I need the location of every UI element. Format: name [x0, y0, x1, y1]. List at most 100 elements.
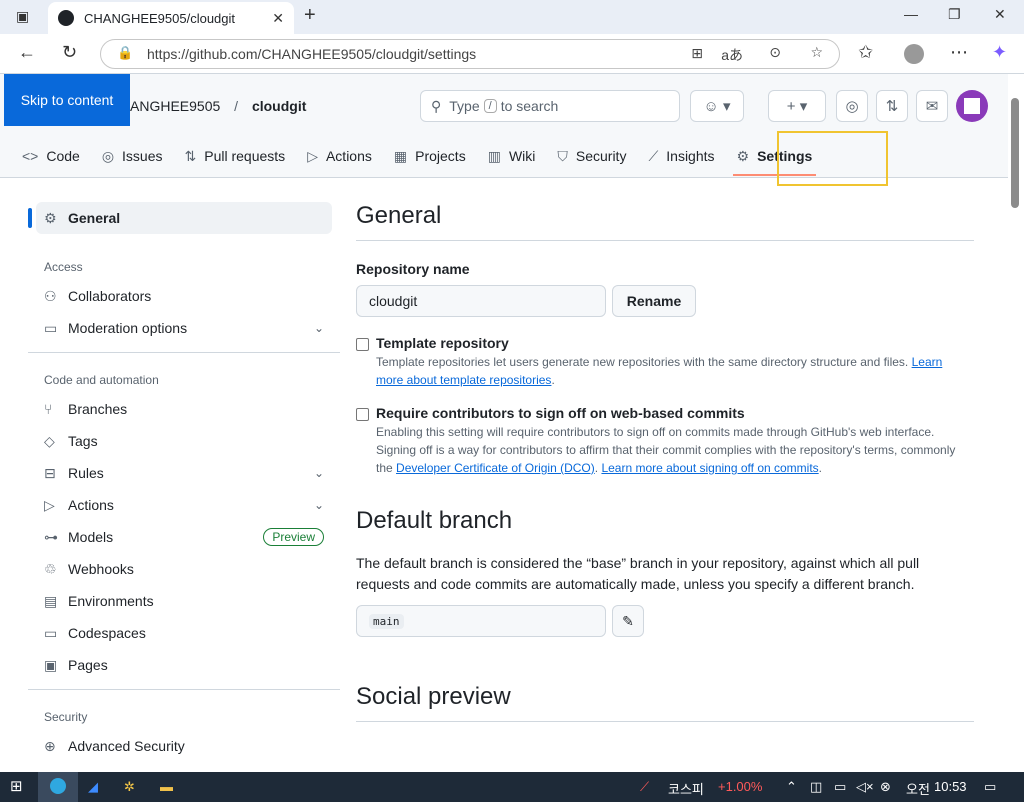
network-icon[interactable]: ▭: [834, 779, 846, 795]
tab-label: Security: [575, 148, 627, 164]
repo-nav: <> Code ◎ Issues ⇅ Pull requests ▷ Actions ▦ Proj…: [22, 134, 834, 178]
notification-icon[interactable]: ▭: [984, 779, 996, 795]
sidebar-heading-access: Access: [44, 260, 83, 274]
sidebar-item-pages[interactable]: ▣ Pages: [28, 649, 340, 681]
windows-start-icon[interactable]: ⊞: [10, 777, 23, 795]
scrollbar-thumb[interactable]: [1011, 98, 1019, 208]
sidebar-item-label: Codespaces: [68, 625, 146, 641]
site-info-icon[interactable]: 🔒: [117, 45, 133, 61]
sidebar-item-environments[interactable]: ▤ Environments: [28, 585, 340, 617]
new-tab-button[interactable]: +: [304, 4, 316, 27]
settings-menu-icon[interactable]: ⋯: [950, 42, 968, 63]
tab-security[interactable]: ⛉ Security: [557, 134, 626, 178]
sidebar-item-label: Rules: [68, 465, 104, 481]
signoff-checkbox[interactable]: [356, 408, 369, 421]
browser-tab[interactable]: CHANGHEE9505/cloudgit ✕: [48, 2, 294, 34]
cancel-icon[interactable]: ⊗: [880, 779, 891, 795]
sidebar-item-label: Webhooks: [68, 561, 134, 577]
stock-name[interactable]: 코스피: [668, 779, 704, 798]
copilot-icon[interactable]: ✦: [992, 42, 1007, 63]
issues-icon: ◎: [101, 147, 115, 164]
app-icon[interactable]: ✲: [124, 779, 135, 795]
comment-icon: ▭: [44, 319, 58, 336]
sidebar-item-rules[interactable]: ⊟ Rules ⌄: [28, 457, 340, 489]
owner-link[interactable]: ANGHEE9505: [130, 98, 220, 114]
volume-muted-icon[interactable]: ◁×: [856, 779, 874, 795]
tray-icon[interactable]: ◫: [810, 779, 822, 795]
sidebar-item-moderation-options[interactable]: ▭ Moderation options ⌄: [28, 312, 340, 344]
favorites-icon[interactable]: ✩: [858, 42, 873, 63]
tab-actions[interactable]: ▷ Actions: [307, 134, 372, 178]
copilot-button[interactable]: ☺ ▾: [690, 90, 744, 122]
create-new-button[interactable]: + ▾: [768, 90, 826, 122]
vscode-icon[interactable]: ◢: [88, 779, 98, 795]
read-aloud-icon[interactable]: aあ: [721, 45, 743, 65]
inbox-button[interactable]: ✉: [916, 90, 948, 122]
settings-sidebar: ⚙ General Access ⚇ Collaborators ▭ Moder…: [28, 202, 340, 762]
browser-tab-bar: ▣ CHANGHEE9505/cloudgit ✕ + — ❐ ✕: [0, 0, 1024, 34]
tab-code[interactable]: <> Code: [22, 134, 80, 178]
social-preview-heading: Social preview: [356, 683, 974, 722]
chevron-up-icon[interactable]: ⌃: [786, 779, 797, 795]
repo-name-label: Repository name: [356, 261, 470, 277]
search-shortcut-key: /: [483, 99, 497, 113]
settings-main: General Repository name cloudgit Rename …: [356, 202, 974, 722]
rename-button[interactable]: Rename: [612, 285, 696, 317]
minimize-icon[interactable]: —: [904, 6, 918, 22]
tab-actions-icon[interactable]: ▣: [16, 8, 29, 25]
sidebar-item-tags[interactable]: ◇ Tags: [28, 425, 340, 457]
tab-pull-requests[interactable]: ⇅ Pull requests: [185, 134, 286, 178]
sidebar-item-models[interactable]: ⊶ Models Preview: [28, 521, 340, 553]
back-icon[interactable]: ←: [18, 42, 36, 63]
general-heading: General: [356, 202, 974, 241]
sidebar-item-label: Actions: [68, 497, 114, 513]
sidebar-item-codespaces[interactable]: ▭ Codespaces: [28, 617, 340, 649]
skip-to-content-link[interactable]: Skip to content: [4, 74, 130, 126]
edit-branch-button[interactable]: ✎: [612, 605, 644, 637]
url-input[interactable]: 🔒 https://github.com/CHANGHEE9505/cloudg…: [100, 39, 840, 69]
profile-icon[interactable]: [904, 44, 924, 64]
dco-link[interactable]: Developer Certificate of Origin (DCO): [396, 461, 595, 475]
issues-header-button[interactable]: ◎: [836, 90, 868, 122]
sidebar-item-collaborators[interactable]: ⚇ Collaborators: [28, 280, 340, 312]
tab-insights[interactable]: ⟋ Insights: [648, 134, 714, 178]
search-input[interactable]: ⚲ Type / to search: [420, 90, 680, 122]
avatar[interactable]: [956, 90, 988, 122]
file-explorer-icon[interactable]: ▬: [160, 779, 173, 794]
sidebar-item-advanced-security[interactable]: ⊕ Advanced Security: [28, 730, 340, 762]
sidebar-item-label: General: [68, 210, 121, 226]
repo-link[interactable]: cloudgit: [252, 98, 306, 114]
clock-time[interactable]: 10:53: [934, 779, 967, 794]
template-repo-checkbox[interactable]: [356, 338, 369, 351]
sidebar-item-label: Tags: [68, 433, 98, 449]
pull-request-icon: ⇅: [885, 98, 899, 115]
sidebar-item-branches[interactable]: ⑂ Branches: [28, 393, 340, 425]
refresh-icon[interactable]: ↻: [62, 42, 77, 63]
tab-projects[interactable]: ▦ Projects: [394, 134, 466, 178]
favorite-star-icon[interactable]: ☆: [810, 44, 823, 61]
sidebar-item-webhooks[interactable]: ♲ Webhooks: [28, 553, 340, 585]
sidebar-item-label: Moderation options: [68, 320, 188, 336]
sidebar-item-actions[interactable]: ▷ Actions ⌄: [28, 489, 340, 521]
browser-icon: ▣: [44, 656, 58, 673]
app-icon[interactable]: ⊞: [691, 45, 703, 62]
url-text: https://github.com/CHANGHEE9505/cloudgit…: [147, 46, 477, 62]
signoff-learn-more-link[interactable]: Learn more about signing off on commits: [601, 461, 818, 475]
sidebar-item-general[interactable]: ⚙ General: [28, 202, 332, 234]
settings-highlight-box: [777, 131, 888, 186]
restore-icon[interactable]: ❐: [948, 6, 961, 23]
branch-icon: ⑂: [44, 401, 53, 417]
tab-issues[interactable]: ◎ Issues: [102, 134, 163, 178]
template-repo-label: Template repository: [376, 335, 509, 351]
window-close-icon[interactable]: ✕: [994, 6, 1006, 23]
tab-wiki[interactable]: ▥ Wiki: [488, 134, 536, 178]
pull-requests-header-button[interactable]: ⇅: [876, 90, 908, 122]
close-tab-icon[interactable]: ✕: [272, 10, 284, 27]
tab-label: Wiki: [508, 148, 536, 164]
repo-name-input[interactable]: cloudgit: [356, 285, 606, 317]
issue-icon: ◎: [845, 98, 859, 115]
stock-change[interactable]: +1.00%: [718, 779, 762, 794]
more-options-icon[interactable]: ⊙: [769, 44, 781, 61]
clock-ampm[interactable]: 오전: [906, 779, 930, 798]
default-branch-description: The default branch is considered the “ba…: [356, 555, 920, 592]
